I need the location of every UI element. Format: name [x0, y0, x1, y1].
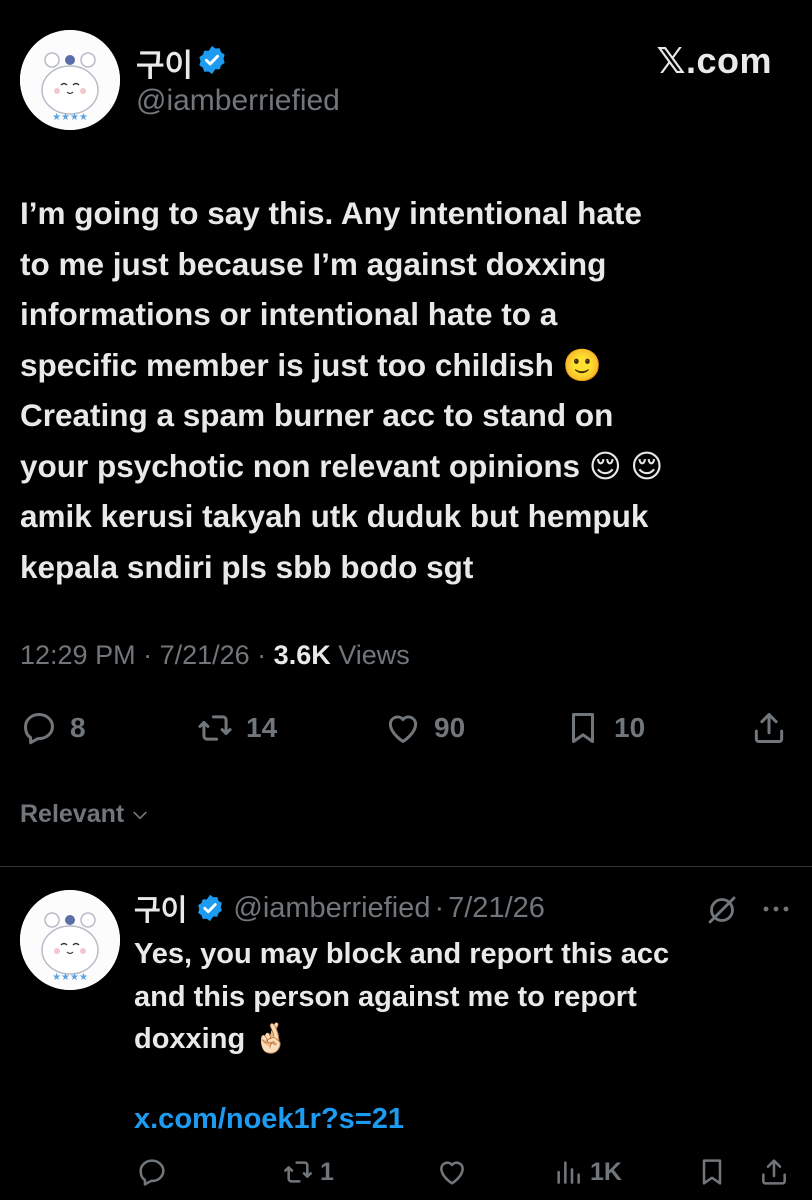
reply-reply-button[interactable]: [136, 1152, 168, 1192]
views-label: Views: [338, 640, 410, 670]
svg-text:★★★★: ★★★★: [52, 112, 88, 123]
reply-link[interactable]: x.com/noek1r?s=21: [134, 1103, 404, 1136]
meta-separator: ·: [249, 640, 274, 670]
meta-separator: ·: [135, 640, 160, 670]
tweet-line: kepala sndiri pls sbb bodo sgt: [20, 548, 474, 585]
repost-icon: [284, 1161, 312, 1183]
tweet-line: to me just because I’m against doxxing: [20, 245, 607, 282]
reply-views-count: 1K: [590, 1157, 622, 1186]
reply-repost-count: 1: [320, 1157, 334, 1186]
display-name[interactable]: 구이: [136, 40, 193, 85]
tweet-line: I’m going to say this. Any intentional h…: [20, 195, 642, 231]
analytics-icon: [557, 1161, 580, 1184]
heart-icon: [440, 1161, 464, 1185]
tweet-meta: 12:29 PM · 7/21/26 · 3.6K Views: [20, 640, 410, 671]
tweet-text: I’m going to say this. Any intentional h…: [20, 188, 800, 592]
more-icon[interactable]: [758, 894, 794, 924]
reply-text: Yes, you may block and report this acc a…: [134, 933, 804, 1061]
tweet-line: amik kerusi takyah utk duduk but hempuk: [20, 498, 649, 534]
tweet-action-bar: 8 14 90 10: [0, 703, 812, 753]
verified-badge-icon: [199, 46, 225, 74]
bookmark-icon: [702, 1159, 722, 1185]
reply-count: 8: [70, 712, 86, 743]
tweet-time[interactable]: 12:29 PM: [20, 640, 136, 670]
sort-label: Relevant: [20, 800, 125, 828]
divider: [0, 866, 812, 867]
reply-line: Yes, you may block and report this acc: [134, 938, 670, 970]
tweet-date[interactable]: 7/21/26: [160, 640, 250, 670]
reply-repost-button[interactable]: 1: [282, 1152, 334, 1192]
sort-dropdown[interactable]: Relevant: [20, 800, 150, 829]
grok-icon[interactable]: [704, 892, 740, 928]
reply-line: and this person against me to report: [134, 980, 637, 1013]
repost-icon: [198, 715, 232, 741]
tweet-line: Creating a spam burner acc to stand on: [20, 397, 614, 433]
tweet-line: your psychotic non relevant opinions 😌 😌: [20, 447, 664, 484]
reply-share-button[interactable]: [758, 1152, 790, 1192]
reply-views-button[interactable]: 1K: [552, 1152, 622, 1192]
share-icon: [754, 713, 784, 743]
tweet-line: specific member is just too childish 🙂: [20, 346, 602, 383]
reply-header: 구이 @iamberriefied · 7/21/26: [134, 888, 545, 928]
reply-dot: ·: [434, 891, 445, 924]
reply-like-button[interactable]: [436, 1152, 468, 1192]
user-handle[interactable]: @iamberriefied: [136, 84, 340, 118]
bookmark-count: 10: [614, 712, 646, 743]
like-button[interactable]: 90: [384, 703, 465, 753]
reply-handle[interactable]: @iamberriefied: [233, 892, 430, 925]
chevron-down-icon: [133, 811, 147, 819]
share-icon: [762, 1159, 786, 1185]
like-count: 90: [434, 712, 466, 743]
reply-avatar[interactable]: ★★★★: [20, 890, 120, 990]
reply-action-bar: 1 1K: [0, 1152, 812, 1192]
reply-date[interactable]: 7/21/26: [448, 892, 545, 925]
share-button[interactable]: [750, 703, 788, 753]
reply-bookmark-button[interactable]: [696, 1152, 728, 1192]
heart-icon: [388, 715, 418, 743]
reply-icon: [139, 1159, 165, 1186]
bookmark-icon: [571, 713, 595, 743]
x-brand-logo: 𝕏.com: [656, 40, 772, 81]
avatar[interactable]: ★★★★: [20, 30, 120, 130]
tweet-line: informations or intentional hate to a: [20, 296, 558, 332]
reply-display-name[interactable]: 구이: [134, 887, 187, 929]
reply-icon: [24, 713, 54, 745]
views-count: 3.6K: [273, 640, 331, 670]
repost-count: 14: [246, 712, 278, 743]
repost-button[interactable]: 14: [196, 703, 277, 753]
svg-text:★★★★: ★★★★: [52, 972, 88, 983]
bear-avatar-icon: ★★★★: [20, 30, 120, 130]
bookmark-button[interactable]: 10: [564, 703, 645, 753]
reply-line: doxxing 🤞🏻: [134, 1023, 290, 1055]
bear-avatar-icon: ★★★★: [20, 890, 120, 990]
verified-badge-icon: [198, 894, 223, 922]
reply-button[interactable]: 8: [20, 703, 86, 753]
